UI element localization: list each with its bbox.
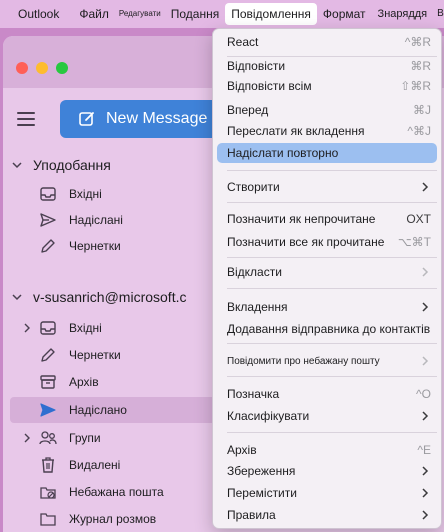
shortcut-label: ^⌘R	[404, 35, 431, 49]
account-section-header[interactable]: v-susanrich@microsoft.c	[3, 284, 218, 310]
shortcut-label: ^O	[416, 387, 431, 401]
shortcut-label: ⌘R	[410, 59, 431, 73]
close-window-button[interactable]	[16, 62, 28, 74]
inbox-icon	[39, 319, 57, 337]
menu-item-create[interactable]: Створити	[217, 177, 437, 197]
menu-item-resend[interactable]: Надіслати повторно	[217, 143, 437, 163]
menu-item-mark-all-read[interactable]: Позначити все як прочитане ⌥⌘T	[217, 232, 437, 252]
menu-item-reply[interactable]: Відповісти ⌘R	[217, 56, 437, 76]
sidebar-item-groups[interactable]: Групи	[3, 425, 218, 451]
chevron-right-icon	[421, 302, 429, 312]
chevron-down-icon	[11, 291, 23, 303]
message-menu-dropdown: React ^⌘R Відповісти ⌘R Відповісти всім …	[212, 28, 442, 529]
sidebar-item-drafts[interactable]: Чернетки	[3, 342, 218, 368]
menubar-edit[interactable]: Редагувати	[115, 0, 165, 28]
chevron-right-icon	[421, 267, 429, 277]
chevron-right-icon	[421, 466, 429, 476]
new-message-label: New Message	[106, 110, 208, 127]
menu-item-reply-all[interactable]: Відповісти всім ⇧⌘R	[217, 76, 437, 96]
menu-item-mark-unread[interactable]: Позначити як непрочитане OXT	[217, 209, 437, 229]
menubar-outlook[interactable]: Outlook	[0, 0, 73, 28]
chevron-right-icon	[421, 488, 429, 498]
shortcut-label: ^⌘J	[407, 124, 431, 138]
menu-item-retention[interactable]: Збереження	[217, 461, 437, 481]
menu-item-forward-as-attachment[interactable]: Переслати як вкладення ^⌘J	[217, 121, 437, 141]
zoom-window-button[interactable]	[56, 62, 68, 74]
shortcut-label: ⇧⌘R	[400, 79, 431, 93]
drafts-icon	[39, 346, 57, 364]
sidebar-item-sent[interactable]: Надіслано	[10, 397, 220, 423]
sidebar-item-favorites-sent[interactable]: Надіслані	[3, 207, 218, 233]
menu-item-report-junk[interactable]: Повідомити про небажану пошту	[217, 351, 437, 371]
sidebar-item-conversation-history[interactable]: Журнал розмов	[3, 506, 218, 532]
menu-separator	[227, 288, 437, 289]
shortcut-label: OXT	[406, 212, 431, 226]
sent-icon	[39, 401, 57, 419]
minimize-window-button[interactable]	[36, 62, 48, 74]
folder-icon	[39, 510, 57, 528]
chevron-right-icon[interactable]	[21, 432, 33, 444]
sidebar-item-favorites-drafts[interactable]: Чернетки	[3, 233, 218, 259]
menu-separator	[227, 202, 437, 203]
menu-separator	[227, 376, 437, 377]
trash-icon	[39, 456, 57, 474]
chevron-right-icon	[421, 411, 429, 421]
menu-item-attachments[interactable]: Вкладення	[217, 297, 437, 317]
menu-separator	[227, 170, 437, 171]
groups-icon	[39, 429, 57, 447]
favorites-section-header[interactable]: Уподобання	[3, 152, 218, 178]
menu-item-rules[interactable]: Правила	[217, 505, 437, 525]
shortcut-label: ⌘J	[413, 103, 431, 117]
chevron-down-icon	[11, 159, 23, 171]
menu-separator	[227, 432, 437, 433]
menubar-file[interactable]: Файл	[73, 0, 115, 28]
sidebar-item-inbox[interactable]: Вхідні	[3, 315, 218, 341]
chevron-right-icon[interactable]	[21, 322, 33, 334]
menubar-view[interactable]: Подання	[165, 0, 225, 28]
junk-icon	[39, 483, 57, 501]
menu-item-react[interactable]: React ^⌘R	[217, 32, 437, 52]
menubar-window[interactable]: Вікно	[433, 0, 444, 28]
sidebar-item-deleted[interactable]: Видалені	[3, 452, 218, 478]
sidebar-item-archive[interactable]: Архів	[3, 369, 218, 395]
menu-item-add-sender-to-contacts[interactable]: Додавання відправника до контактів	[217, 319, 437, 339]
menubar-message[interactable]: Повідомлення	[225, 3, 317, 25]
compose-icon	[78, 110, 96, 128]
sidebar-item-favorites-inbox[interactable]: Вхідні	[3, 181, 218, 207]
menu-item-snooze[interactable]: Відкласти	[217, 262, 437, 282]
chevron-right-icon	[421, 182, 429, 192]
archive-icon	[39, 373, 57, 391]
chevron-right-icon	[421, 510, 429, 520]
shortcut-label: ^E	[417, 443, 431, 457]
menu-separator	[227, 343, 437, 344]
macos-menu-bar: Outlook Файл Редагувати Подання Повідомл…	[0, 0, 444, 28]
menu-item-categorize[interactable]: Класифікувати	[217, 406, 437, 426]
menu-item-forward[interactable]: Вперед ⌘J	[217, 100, 437, 120]
hamburger-menu-icon[interactable]	[17, 112, 35, 126]
shortcut-label: ⌥⌘T	[397, 235, 431, 249]
new-message-button[interactable]: New Message	[60, 100, 220, 138]
chevron-right-icon	[421, 356, 429, 366]
inbox-icon	[39, 185, 57, 203]
menubar-tools[interactable]: Знаряддя	[372, 0, 434, 28]
menu-item-archive[interactable]: Архів ^E	[217, 440, 437, 460]
menu-separator	[227, 257, 437, 258]
sent-icon	[39, 211, 57, 229]
menu-item-flag[interactable]: Позначка ^O	[217, 384, 437, 404]
menubar-format[interactable]: Формат	[317, 0, 372, 28]
menu-item-move[interactable]: Перемістити	[217, 483, 437, 503]
sidebar-item-junk[interactable]: Небажана пошта	[3, 479, 218, 505]
drafts-icon	[39, 237, 57, 255]
